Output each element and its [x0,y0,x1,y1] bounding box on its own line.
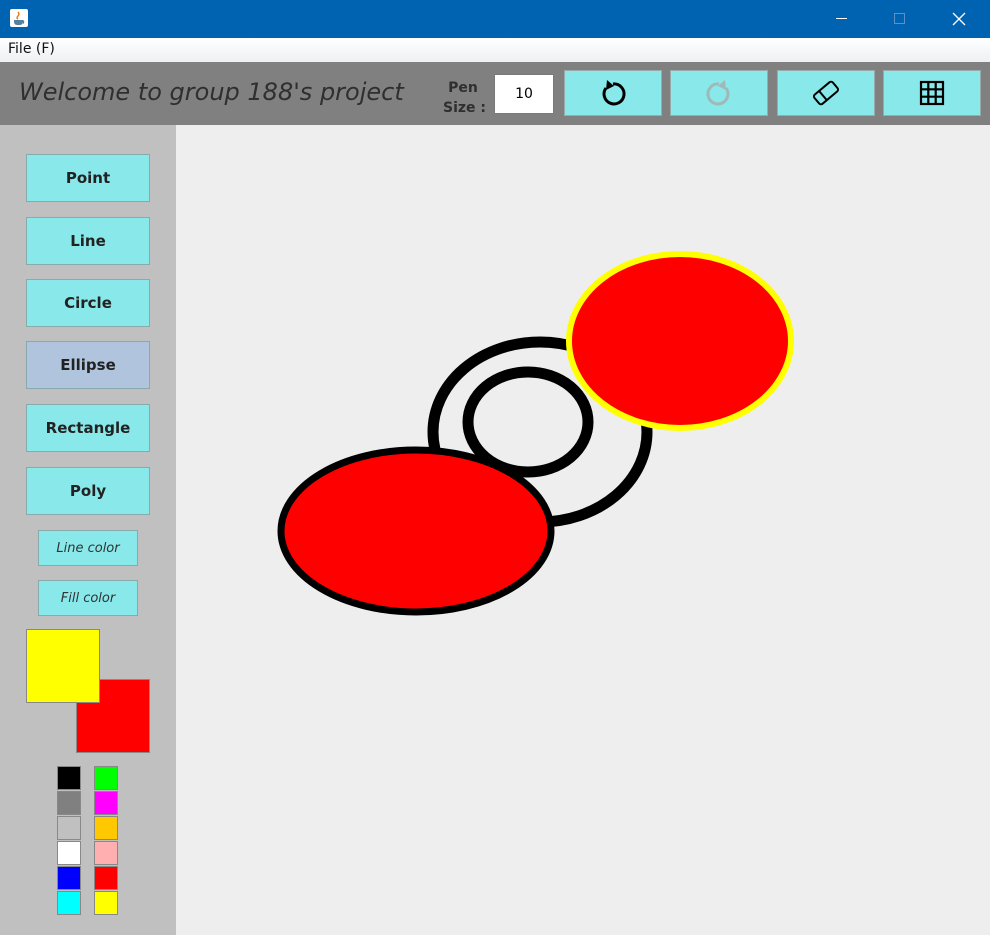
palette-swatch[interactable] [94,841,118,865]
red-ellipse-black-outline [277,446,555,616]
eraser-button[interactable] [777,70,875,116]
undo-icon [602,80,626,106]
close-button[interactable] [930,0,988,38]
menu-file[interactable]: File (F) [8,41,55,57]
line-button[interactable]: Line [26,217,150,265]
canvas-drawing [277,251,794,616]
pen-size-label: Pen Size : [440,78,486,118]
grid-icon [919,80,945,106]
redo-button[interactable] [670,70,768,116]
palette-swatch[interactable] [94,866,118,890]
rectangle-button[interactable]: Rectangle [26,404,150,452]
red-ellipse-yellow-outline [566,251,794,431]
palette-swatch[interactable] [94,766,118,790]
palette-swatch[interactable] [57,816,81,840]
minimize-button[interactable] [812,0,870,38]
palette-swatch[interactable] [94,891,118,915]
window-titlebar [0,0,990,38]
redo-icon [706,80,730,106]
pen-size-label-line2: Size : [443,100,486,116]
drawing-canvas[interactable] [176,125,990,935]
menu-bar: File (F) [0,38,990,63]
line-color-button[interactable]: Line color [38,530,138,566]
point-button[interactable]: Point [26,154,150,202]
poly-button[interactable]: Poly [26,467,150,515]
ellipse-button[interactable]: Ellipse [26,341,150,389]
palette-swatch[interactable] [57,791,81,815]
java-app-icon [10,9,28,27]
palette-swatch[interactable] [57,841,81,865]
palette-swatch[interactable] [94,816,118,840]
welcome-title: Welcome to group 188's project [19,78,404,106]
current-line-color-swatch[interactable] [26,629,100,703]
pen-size-label-line1: Pen [448,80,478,96]
pen-size-input[interactable] [494,74,554,114]
palette-swatch[interactable] [57,866,81,890]
undo-button[interactable] [564,70,662,116]
eraser-icon [812,80,840,106]
maximize-button[interactable] [870,0,928,38]
fill-color-button[interactable]: Fill color [38,580,138,616]
palette-swatch[interactable] [94,791,118,815]
grid-button[interactable] [883,70,981,116]
small-circle-outline [462,366,594,478]
circle-button[interactable]: Circle [26,279,150,327]
palette-swatch[interactable] [57,891,81,915]
palette-swatch[interactable] [57,766,81,790]
